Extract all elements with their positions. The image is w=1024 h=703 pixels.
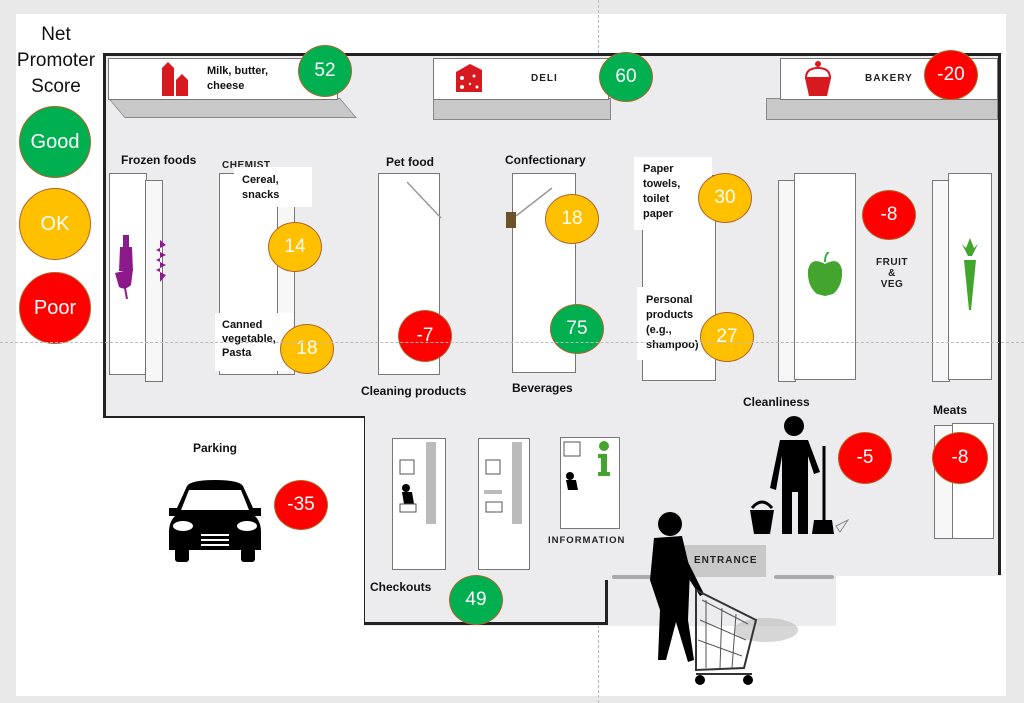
outside-area <box>836 576 1006 696</box>
meats-score: -8 <box>932 432 988 484</box>
deli-counter-base <box>433 98 611 120</box>
personal-label-line: shampoo) <box>646 339 699 351</box>
deli-label: DELI <box>531 73 558 84</box>
apple-icon <box>807 252 843 296</box>
info-icon <box>598 441 610 476</box>
store-wall-right <box>998 53 1001 575</box>
bakery-counter-base <box>766 98 998 120</box>
fruit-veg-label-line: VEG <box>880 279 904 290</box>
personal-label-line: products <box>646 309 694 321</box>
store-wall-entrance <box>605 580 608 625</box>
meats-label: Meats <box>933 403 968 417</box>
shopper-with-cart-icon <box>650 512 798 685</box>
cheese-icon <box>456 64 482 92</box>
beverages-score: 75 <box>550 304 604 354</box>
cleanliness-score: -5 <box>838 432 892 484</box>
dairy-label: Milk, butter, cheese <box>207 64 268 94</box>
cleanliness-label: Cleanliness <box>743 395 810 409</box>
canned-score: 18 <box>280 324 334 374</box>
cereal-label: Cereal, snacks <box>242 173 279 203</box>
information-label: INFORMATION <box>548 535 626 546</box>
legend-title-line: Promoter <box>16 50 96 71</box>
paper-label: Paper towels, toilet paper <box>643 162 680 222</box>
store-wall-top <box>103 53 1001 56</box>
legend-title-line: Score <box>31 76 81 97</box>
clerk-icon <box>563 441 581 490</box>
zigzag-decor-icon <box>156 240 166 282</box>
broom-decor-icon <box>406 181 442 219</box>
checkout-belt-1 <box>426 442 436 524</box>
legend-title: Net Promoter Score <box>6 22 106 100</box>
bakery-score: -20 <box>924 50 978 100</box>
paper-label-line: toilet <box>643 193 670 205</box>
paper-label-line: paper <box>643 208 673 220</box>
personal-label-line: (e.g., <box>646 324 672 336</box>
paper-label-line: towels, <box>643 178 681 190</box>
dairy-label-line: cheese <box>207 80 245 92</box>
beverages-label: Beverages <box>512 381 573 395</box>
fruit-veg-label-line: & <box>888 268 896 279</box>
cupcake-icon <box>804 61 832 96</box>
paper-label-line: Paper <box>643 163 674 175</box>
cashier-icon <box>399 459 417 513</box>
checkouts-score: 49 <box>449 575 503 625</box>
wine-bottle-icon <box>115 235 133 300</box>
car-icon <box>169 480 261 562</box>
parking-score: -35 <box>274 480 328 530</box>
cereal-label-line: snacks <box>242 189 280 201</box>
milk-carton-icon <box>162 62 188 96</box>
dairy-label-line: Milk, butter, <box>207 65 269 77</box>
confectionary-label: Confectionary <box>505 153 586 167</box>
carrot-icon <box>962 238 978 310</box>
personal-score: 27 <box>700 312 754 362</box>
confectionary-score: 18 <box>545 194 599 244</box>
canned-label-line: Canned <box>222 319 263 331</box>
canned-label: Canned vegetable, Pasta <box>222 318 276 360</box>
cleaning-label: Cleaning products <box>361 384 467 398</box>
dairy-score: 52 <box>298 45 352 97</box>
fruit-veg-label: FRUIT & VEG <box>874 257 910 290</box>
checkouts-label: Checkouts <box>370 580 432 594</box>
fruit-veg-label-line: FRUIT <box>876 257 908 268</box>
fruit-veg-score: -8 <box>862 190 916 240</box>
checkout-belt-2 <box>512 442 522 524</box>
legend-title-line: Net <box>41 24 71 45</box>
register-icon <box>484 459 503 513</box>
canned-label-line: Pasta <box>222 347 252 359</box>
personal-label-line: Personal <box>646 294 693 306</box>
legend-poor: Poor <box>19 272 91 344</box>
paper-score: 30 <box>698 173 752 223</box>
cereal-label-line: Cereal, <box>242 174 279 186</box>
deli-score: 60 <box>599 52 653 102</box>
parking-label: Parking <box>193 441 238 455</box>
bakery-label: BAKERY <box>865 73 913 84</box>
personal-label: Personal products (e.g., shampoo) <box>646 293 699 353</box>
dairy-counter-base <box>108 98 357 118</box>
horizontal-guide-line <box>0 342 1024 343</box>
cereal-score: 14 <box>268 222 322 272</box>
store-wall-left <box>103 53 106 419</box>
frozen-foods-label: Frozen foods <box>121 153 197 167</box>
legend-ok: OK <box>19 188 91 260</box>
pet-food-label: Pet food <box>386 155 434 169</box>
cleaning-score: -7 <box>398 310 452 362</box>
canned-label-line: vegetable, <box>222 333 276 345</box>
legend-good: Good <box>19 106 91 178</box>
